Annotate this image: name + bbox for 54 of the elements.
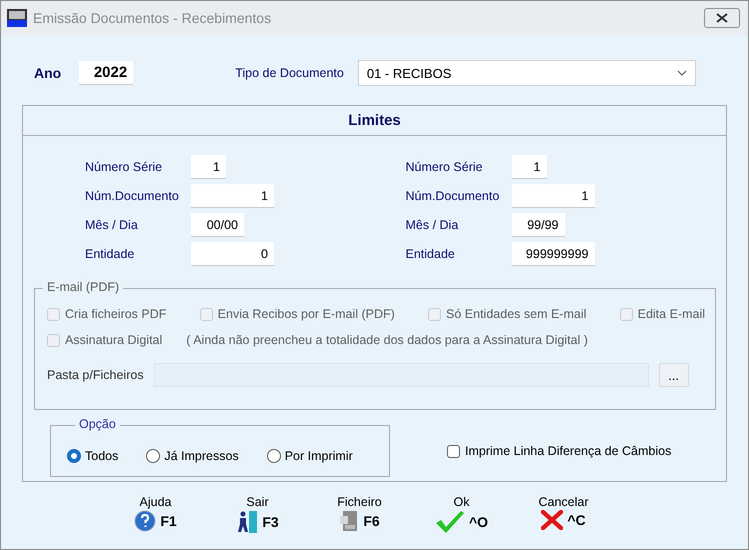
checkbox-label: Cria ficheiros PDF (65, 307, 166, 321)
toolbar-button[interactable]: Ficheiro F6 (316, 495, 404, 534)
from-input-field[interactable]: 1 (191, 184, 274, 208)
help-icon (134, 510, 156, 532)
radio-label: Já Impressos (164, 449, 239, 463)
radio-option[interactable]: Por Imprimir (266, 449, 353, 463)
radio-button[interactable] (266, 449, 281, 463)
to-input-field[interactable]: 99/99 (512, 213, 564, 237)
folder-label: Pasta p/Ficheiros (47, 368, 144, 382)
field-label: Entidade (85, 247, 134, 261)
year-input-field[interactable]: 2022 (79, 61, 134, 85)
from-input-field[interactable]: 00/00 (191, 213, 244, 237)
toolbar-button[interactable]: Ajuda F1 (112, 495, 200, 534)
radio-button[interactable] (146, 449, 160, 463)
close-icon (716, 13, 728, 23)
toolbar-button[interactable]: Cancelar ^C (520, 495, 608, 534)
field-label: Número Série (406, 160, 483, 174)
close-button[interactable] (704, 8, 740, 28)
note-text: ( Ainda não preencheu a totalidade dos dados para a Assinatura Digital ) (186, 333, 588, 347)
document-type-label: Tipo de Documento (235, 66, 344, 80)
field-label: Mês / Dia (406, 218, 458, 232)
browse-button[interactable]: ... (658, 363, 689, 387)
field-label: Mês / Dia (85, 218, 138, 232)
radio-option[interactable]: Já Impressos (146, 449, 239, 463)
radio-label: Todos (85, 449, 118, 463)
field-label: Número Série (85, 160, 162, 174)
to-input-field[interactable]: 1 (512, 155, 546, 179)
file-cabinet-icon (339, 510, 360, 532)
checkmark-icon (434, 510, 465, 534)
app-icon (7, 9, 27, 27)
to-input-field[interactable]: 1 (512, 184, 594, 208)
checkbox[interactable] (447, 444, 460, 458)
field-label: Núm.Documento (406, 189, 500, 203)
checkbox-label: Edita E-mail (638, 307, 705, 321)
to-input-field[interactable]: 999999999 (512, 242, 594, 266)
exit-icon (236, 510, 258, 534)
toolbar-button[interactable]: Sair F3 (214, 495, 302, 534)
radio-option[interactable]: Todos (67, 449, 118, 463)
cross-icon (541, 510, 564, 530)
window-title: Emissão Documentos - Recebimentos (33, 10, 272, 26)
group-title: E-mail (PDF) (43, 280, 124, 294)
radio-label: Por Imprimir (284, 449, 353, 463)
from-input-field[interactable]: 1 (191, 155, 226, 179)
toolbar-button[interactable]: Ok ^O (418, 495, 506, 534)
panel-title: Limites (348, 112, 401, 129)
checkbox-label: Assinatura Digital (65, 333, 162, 347)
field-label: Núm.Documento (85, 189, 179, 203)
document-type-dropdown[interactable]: 01 - RECIBOS (358, 60, 696, 86)
radio-button[interactable] (67, 449, 81, 463)
from-input-field[interactable]: 0 (191, 242, 274, 266)
group-title: Opção (75, 417, 120, 431)
year-label: Ano (34, 65, 62, 81)
chevron-down-icon (676, 70, 687, 76)
field-label: Entidade (406, 247, 455, 261)
